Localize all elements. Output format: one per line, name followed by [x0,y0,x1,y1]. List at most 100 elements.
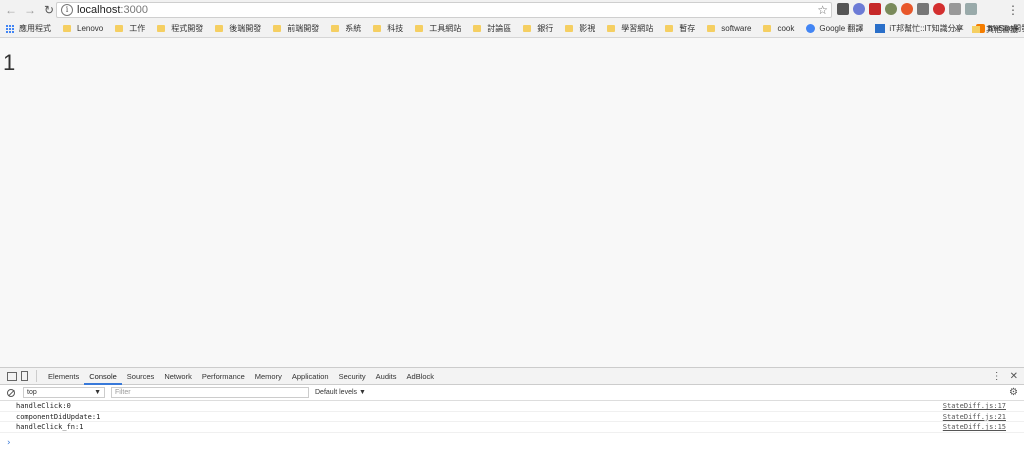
folder-icon [473,25,482,32]
folder-icon [707,25,716,32]
folder-icon [523,25,532,32]
filter-input[interactable]: Filter [111,387,309,398]
google-translate-bookmark[interactable]: Google 翻譯 [806,23,863,34]
bookmark-folder[interactable]: 討論區 [473,23,511,34]
tab-network[interactable]: Network [159,368,197,385]
folder-icon [763,25,772,32]
devtools-menu-icon[interactable]: ⋮ [992,371,1002,382]
bookmark-folder[interactable]: 學習網站 [607,23,653,34]
tab-application[interactable]: Application [287,368,334,385]
folder-icon [972,25,980,33]
log-message: handleClick:0 [16,402,71,410]
gray-extension-icon[interactable] [917,3,929,15]
shield-extension-icon[interactable] [837,3,849,15]
folder-icon [373,25,382,32]
apps-grid-icon [6,24,14,33]
address-bar[interactable]: i localhost:3000 ☆ [56,2,832,18]
other-bookmarks-folder[interactable]: 其他書籤 [972,20,1018,38]
info-icon[interactable]: i [61,4,73,16]
log-message: handleClick_fn:1 [16,423,84,431]
tab-adblock[interactable]: AdBlock [402,368,440,385]
bookmark-label: 程式開發 [171,24,204,33]
bookmark-label: 影視 [579,24,596,33]
tab-elements[interactable]: Elements [43,368,84,385]
bookmarks-bar: 應用程式 Lenovo 工作 程式開發 後端開發 前端開發 系統 科技 工具網站… [0,20,1024,38]
devtools-tabbar: Elements Console Sources Network Perform… [0,368,1024,385]
bookmark-label: 系統 [345,24,362,33]
bookmark-folder[interactable]: 銀行 [523,23,553,34]
apps-bookmark[interactable]: 應用程式 [6,23,51,34]
counter-value[interactable]: 1 [3,50,15,76]
bookmark-folder[interactable]: 前端開發 [273,23,319,34]
folder-icon [665,25,674,32]
reload-icon[interactable]: ↻ [41,2,57,18]
bookmark-label: 銀行 [537,24,554,33]
tab-performance[interactable]: Performance [197,368,250,385]
forward-arrow-icon[interactable]: → [22,2,38,18]
ithome-bookmark[interactable]: iT邦幫忙::IT知識分享 [875,23,964,34]
gear-icon[interactable]: ⚙ [1009,387,1018,398]
tab-audits[interactable]: Audits [371,368,402,385]
leaf-extension-icon[interactable] [885,3,897,15]
close-icon[interactable]: ✕ [1010,371,1018,382]
tab-security[interactable]: Security [334,368,371,385]
bookmark-star-icon[interactable]: ☆ [817,3,828,17]
clear-console-icon[interactable] [7,388,15,397]
device-toolbar-icon[interactable] [21,371,28,381]
folder-icon [273,25,282,32]
log-source-link[interactable]: StateDiff.js:17 [943,401,1006,411]
hex-extension-icon[interactable] [853,3,865,15]
bookmark-label: software [721,24,752,33]
log-source-link[interactable]: StateDiff.js:21 [943,412,1006,422]
bookmark-folder[interactable]: Lenovo [63,24,103,33]
inspect-element-icon[interactable] [7,371,17,381]
opera-extension-icon[interactable] [933,3,945,15]
menu-dots-icon[interactable]: ⋮ [1007,3,1019,17]
chevron-down-icon: ▼ [94,389,101,396]
folder-icon [63,25,71,32]
bookmark-folder[interactable]: 程式開發 [157,23,203,34]
tab-sources[interactable]: Sources [122,368,160,385]
bookmark-folder[interactable]: cook [763,24,794,33]
red-extension-icon[interactable] [869,3,881,15]
bookmark-label: 暫存 [679,24,696,33]
folder-icon [415,25,424,32]
bookmark-folder[interactable]: 科技 [373,23,403,34]
url-text[interactable]: localhost:3000 [77,4,148,16]
adblock-extension-icon[interactable] [901,3,913,15]
bookmark-label: iT邦幫忙::IT知識分享 [889,24,964,33]
tab-console[interactable]: Console [84,368,122,385]
tab-memory[interactable]: Memory [250,368,287,385]
ithome-icon [875,24,886,33]
back-arrow-icon[interactable]: ← [3,2,19,18]
folder-icon [115,25,124,32]
grid-extension-icon[interactable] [949,3,961,15]
bookmarks-more-chevron[interactable]: » [954,20,960,38]
bookmark-label: 後端開發 [229,24,262,33]
bookmark-label: 其他書籤 [986,24,1018,34]
bookmark-label: Lenovo [77,24,104,33]
log-source-link[interactable]: StateDiff.js:15 [943,422,1006,432]
folder-icon [565,25,574,32]
bookmark-label: Google 翻譯 [819,24,864,33]
divider [36,370,37,382]
console-log-line: componentDidUpdate:1 StateDiff.js:21 [0,412,1024,422]
bookmark-folder[interactable]: 影視 [565,23,595,34]
log-levels-dropdown[interactable]: Default levels ▼ [315,389,366,396]
apps-label: 應用程式 [19,24,51,33]
url-host: localhost [77,4,121,16]
bookmark-folder[interactable]: 工具網站 [415,23,461,34]
tab-extension-icon[interactable] [965,3,977,15]
extension-icons [837,3,977,15]
bookmark-folder[interactable]: 工作 [115,23,145,34]
console-prompt[interactable]: › [6,438,11,448]
bookmark-folder[interactable]: 後端開發 [215,23,261,34]
folder-icon [607,25,616,32]
bookmark-label: 工作 [129,24,146,33]
bookmark-folder[interactable]: 暫存 [665,23,695,34]
console-log-line: handleClick_fn:1 StateDiff.js:15 [0,422,1024,433]
bookmark-folder[interactable]: 系統 [331,23,361,34]
context-select[interactable]: top ▼ [23,387,105,398]
bookmark-folder[interactable]: software [707,24,751,33]
log-message: componentDidUpdate:1 [16,412,101,421]
